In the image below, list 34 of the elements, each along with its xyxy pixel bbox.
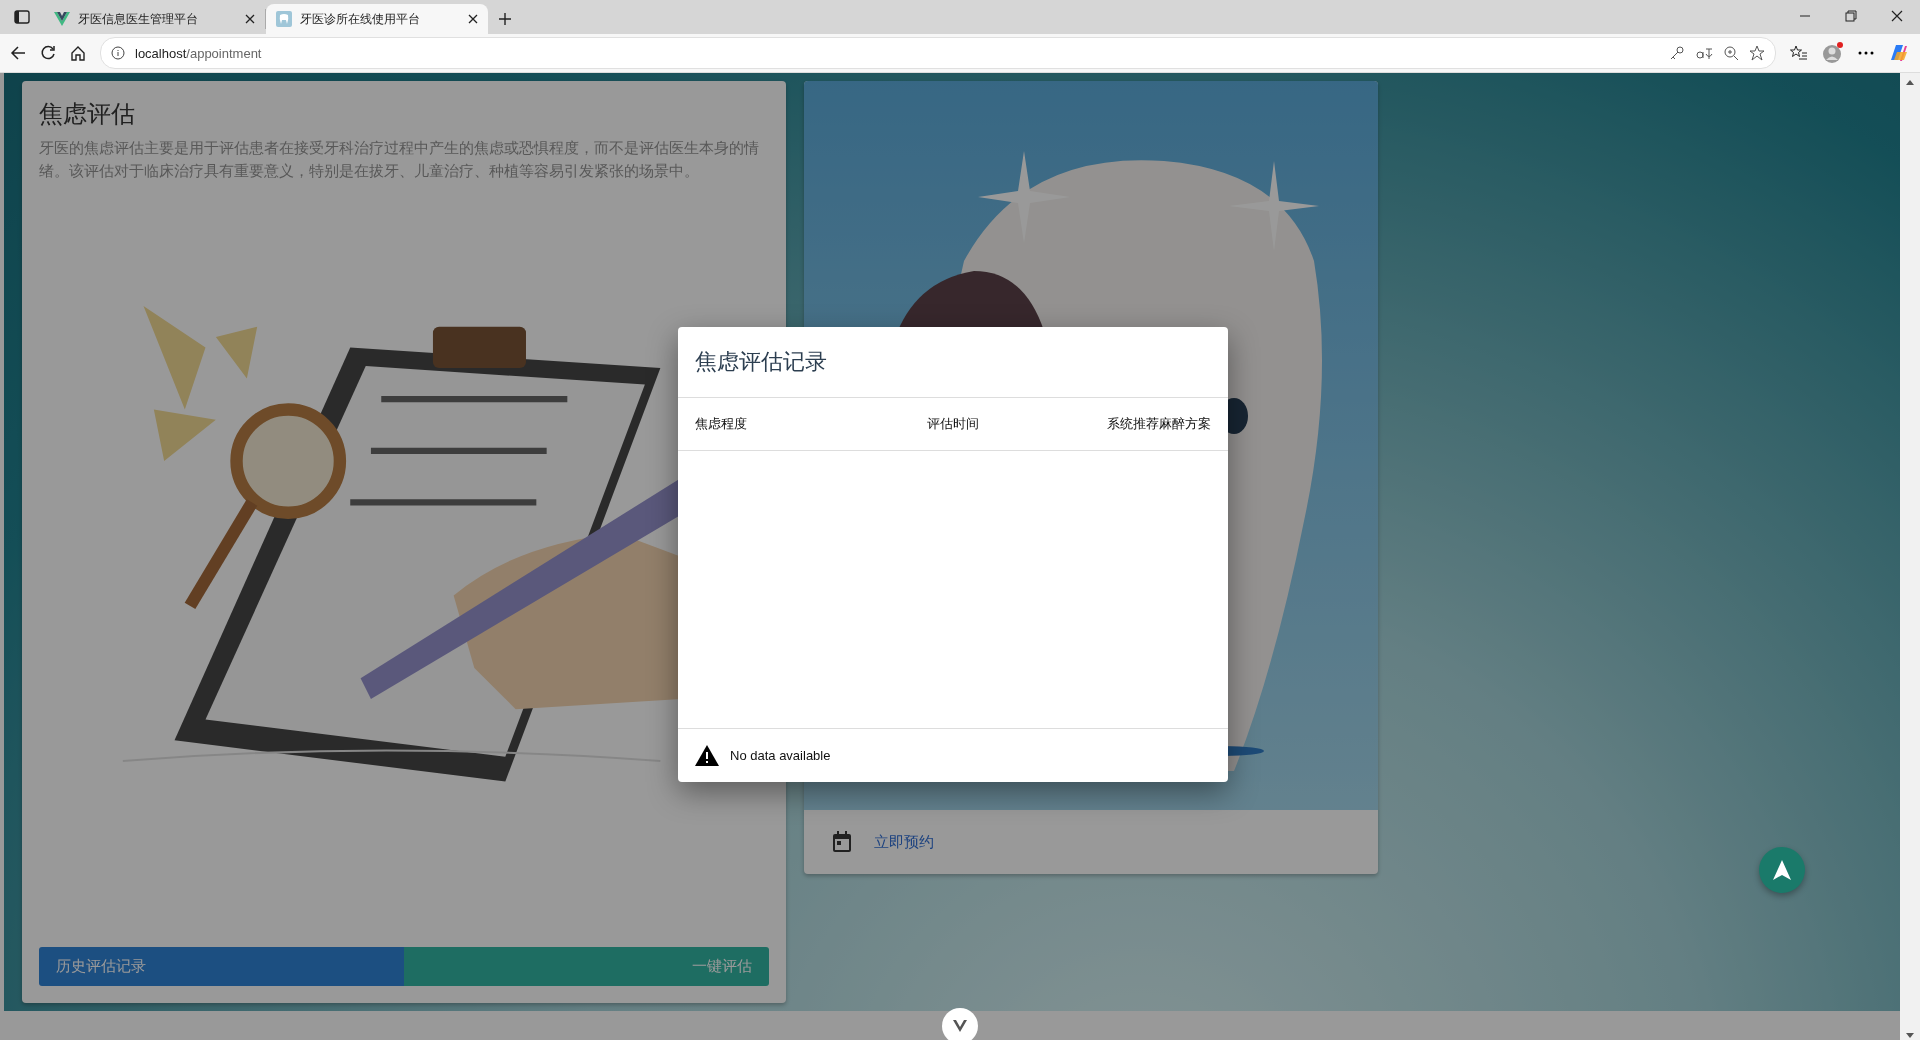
calendar-icon [832,831,852,853]
favorites-icon[interactable] [1790,45,1808,61]
column-header: 评估时间 [926,415,980,433]
reload-icon[interactable] [40,45,56,61]
star-icon[interactable] [1749,45,1765,61]
empty-message: No data available [730,748,831,763]
close-icon[interactable] [468,14,478,24]
navigation-arrow-icon [1773,860,1791,880]
address-bar[interactable]: localhost/appointment [100,37,1776,69]
key-icon[interactable] [1669,45,1685,61]
new-tab-icon[interactable] [498,12,512,26]
tooth-favicon-icon [276,11,292,27]
column-header: 系统推荐麻醉方案 [1106,415,1211,433]
scroll-up-icon[interactable] [1906,79,1914,85]
column-header: 焦虑程度 [695,415,748,433]
close-icon[interactable] [245,14,255,24]
warning-icon [695,745,719,766]
home-icon[interactable] [70,45,86,61]
scroll-down-icon[interactable] [1906,1033,1914,1039]
read-aloud-icon[interactable] [1695,45,1713,61]
profile-avatar-icon[interactable] [1822,42,1844,64]
sidebar-icon[interactable] [14,10,30,24]
back-icon[interactable] [10,45,26,61]
card-description: 牙医的焦虑评估主要是用于评估患者在接受牙科治疗过程中产生的焦虑或恐惧程度，而不是评估医生本身的情绪。该评估对于临床治疗具有重要意义，特别是在拔牙、儿童治疗、种植等容易引发紧张的场景中。 [39,138,760,181]
dialog-title: 焦虑评估记录 [678,327,1228,398]
copilot-icon[interactable] [1888,42,1910,64]
chevron-down-icon [953,1020,967,1032]
v-logo-icon [54,12,70,26]
more-icon[interactable] [1858,51,1874,55]
book-now-link[interactable]: 立即预约 [874,832,934,852]
browser-tab[interactable]: 牙医诊所在线使用平台 [266,4,488,34]
card-title: 焦虑评估 [39,99,136,129]
info-icon[interactable] [111,46,125,60]
zoom-icon[interactable] [1723,45,1739,61]
